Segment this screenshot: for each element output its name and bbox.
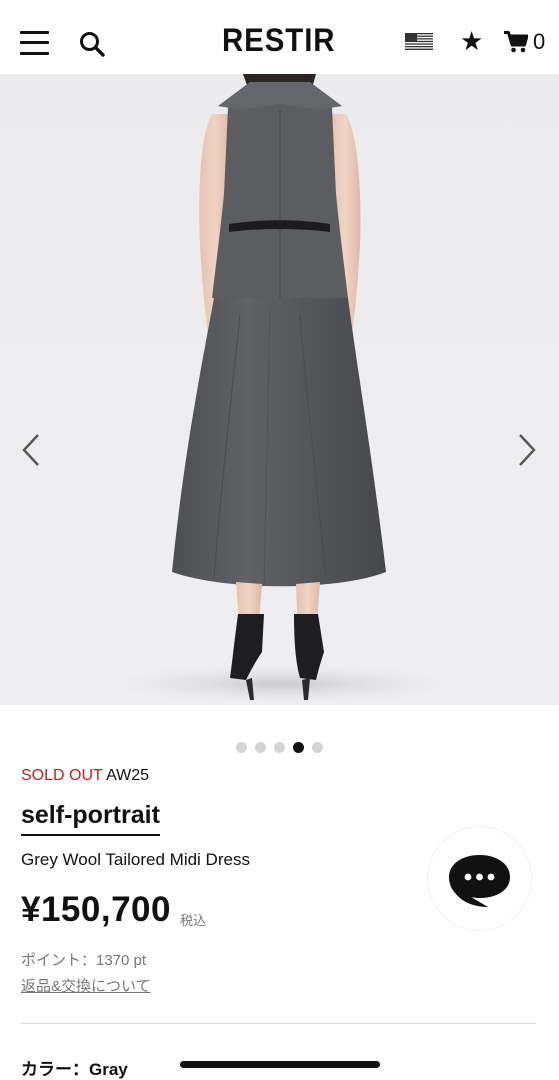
carousel-dot[interactable]	[274, 742, 285, 753]
us-flag-icon[interactable]	[405, 33, 433, 50]
points-info: ポイント：1370 pt	[21, 952, 147, 969]
carousel-dot[interactable]	[236, 742, 247, 753]
menu-icon[interactable]	[20, 29, 49, 57]
carousel-dot[interactable]	[255, 742, 266, 753]
tax-note: 税込	[180, 913, 207, 928]
carousel-dot[interactable]	[293, 742, 304, 753]
star-icon[interactable]: ★	[460, 27, 483, 57]
next-slide-icon[interactable]	[514, 433, 538, 467]
chat-button[interactable]	[428, 827, 531, 930]
sold-out-badge: SOLD OUT	[21, 767, 103, 784]
product-photo	[0, 74, 559, 705]
divider	[21, 1023, 536, 1024]
top-header: RESTIR ★ 0	[0, 0, 559, 74]
carousel-dots	[0, 742, 559, 753]
cart-count[interactable]: 0	[533, 29, 545, 55]
returns-exchange-link[interactable]: 返品&交換について	[21, 975, 151, 996]
season-label: AW25	[106, 767, 150, 784]
product-price: ¥150,700	[21, 890, 171, 929]
search-icon[interactable]	[79, 31, 105, 57]
chat-bubble-icon	[449, 855, 510, 907]
brand-link[interactable]: self-portrait	[21, 801, 160, 836]
site-logo[interactable]: RESTIR	[222, 22, 335, 59]
product-status-line: SOLD OUT AW25	[21, 767, 149, 785]
color-label: カラー：Gray	[21, 1060, 128, 1079]
product-image-carousel[interactable]	[0, 74, 559, 705]
previous-slide-icon[interactable]	[20, 433, 44, 467]
home-indicator	[180, 1061, 380, 1068]
product-name: Grey Wool Tailored Midi Dress	[21, 850, 250, 869]
carousel-dot[interactable]	[312, 742, 323, 753]
cart-icon[interactable]	[504, 31, 528, 53]
